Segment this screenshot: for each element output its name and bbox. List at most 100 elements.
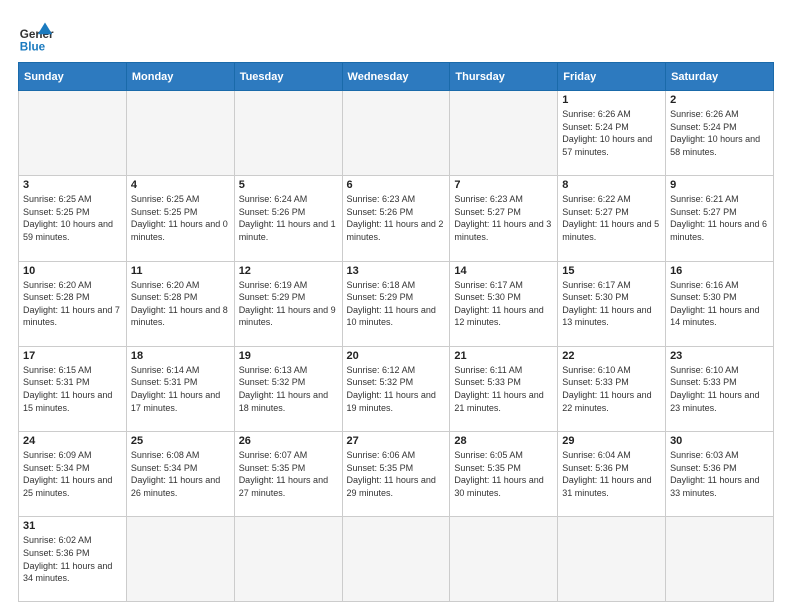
day-info: Sunrise: 6:24 AM Sunset: 5:26 PM Dayligh… [239, 193, 338, 243]
calendar-week-row: 1 Sunrise: 6:26 AM Sunset: 5:24 PM Daylig… [19, 91, 774, 176]
calendar-cell [19, 91, 127, 176]
day-info: Sunrise: 6:25 AM Sunset: 5:25 PM Dayligh… [23, 193, 122, 243]
calendar-cell [234, 91, 342, 176]
calendar-cell [126, 517, 234, 602]
calendar-cell: 14 Sunrise: 6:17 AM Sunset: 5:30 PM Dayli… [450, 261, 558, 346]
calendar-cell: 31Sunrise: 6:02 AM Sunset: 5:36 PM Dayli… [19, 517, 127, 602]
calendar-cell: 24 Sunrise: 6:09 AM Sunset: 5:34 PM Dayli… [19, 432, 127, 517]
calendar-cell: 19Sunrise: 6:13 AM Sunset: 5:32 PM Dayli… [234, 346, 342, 431]
calendar-cell: 30 Sunrise: 6:03 AM Sunset: 5:36 PM Dayli… [666, 432, 774, 517]
calendar-cell: 10 Sunrise: 6:20 AM Sunset: 5:28 PM Dayli… [19, 261, 127, 346]
calendar-cell: 29 Sunrise: 6:04 AM Sunset: 5:36 PM Dayli… [558, 432, 666, 517]
weekday-header-row: SundayMondayTuesdayWednesdayThursdayFrid… [19, 63, 774, 91]
day-number: 13 [347, 265, 446, 277]
day-info: Sunrise: 6:21 AM Sunset: 5:27 PM Dayligh… [670, 193, 769, 243]
weekday-header-monday: Monday [126, 63, 234, 91]
calendar-cell: 16Sunrise: 6:16 AM Sunset: 5:30 PM Dayli… [666, 261, 774, 346]
calendar-cell: 20Sunrise: 6:12 AM Sunset: 5:32 PM Dayli… [342, 346, 450, 431]
calendar-cell: 4 Sunrise: 6:25 AM Sunset: 5:25 PM Daylig… [126, 176, 234, 261]
day-info: Sunrise: 6:09 AM Sunset: 5:34 PM Dayligh… [23, 449, 122, 499]
day-number: 21 [454, 350, 553, 362]
day-info: Sunrise: 6:04 AM Sunset: 5:36 PM Dayligh… [562, 449, 661, 499]
weekday-header-saturday: Saturday [666, 63, 774, 91]
day-number: 5 [239, 179, 338, 191]
day-info: Sunrise: 6:22 AM Sunset: 5:27 PM Dayligh… [562, 193, 661, 243]
day-info: Sunrise: 6:08 AM Sunset: 5:34 PM Dayligh… [131, 449, 230, 499]
calendar-week-row: 3 Sunrise: 6:25 AM Sunset: 5:25 PM Daylig… [19, 176, 774, 261]
calendar-cell: 15 Sunrise: 6:17 AM Sunset: 5:30 PM Dayli… [558, 261, 666, 346]
day-number: 6 [347, 179, 446, 191]
page: General Blue SundayMondayTuesdayWednesda… [0, 0, 792, 612]
day-number: 23 [670, 350, 769, 362]
calendar-cell: 12 Sunrise: 6:19 AM Sunset: 5:29 PM Dayli… [234, 261, 342, 346]
day-number: 27 [347, 435, 446, 447]
day-number: 9 [670, 179, 769, 191]
day-number: 18 [131, 350, 230, 362]
day-info: Sunrise: 6:14 AM Sunset: 5:31 PM Dayligh… [131, 364, 230, 414]
weekday-header-wednesday: Wednesday [342, 63, 450, 91]
calendar-table: SundayMondayTuesdayWednesdayThursdayFrid… [18, 62, 774, 602]
calendar-week-row: 17Sunrise: 6:15 AM Sunset: 5:31 PM Dayli… [19, 346, 774, 431]
day-number: 19 [239, 350, 338, 362]
day-info: Sunrise: 6:20 AM Sunset: 5:28 PM Dayligh… [23, 279, 122, 329]
day-info: Sunrise: 6:10 AM Sunset: 5:33 PM Dayligh… [670, 364, 769, 414]
day-info: Sunrise: 6:23 AM Sunset: 5:26 PM Dayligh… [347, 193, 446, 243]
day-number: 29 [562, 435, 661, 447]
calendar-cell: 23 Sunrise: 6:10 AM Sunset: 5:33 PM Dayli… [666, 346, 774, 431]
calendar-cell [666, 517, 774, 602]
day-number: 2 [670, 94, 769, 106]
calendar-cell: 7 Sunrise: 6:23 AM Sunset: 5:27 PM Daylig… [450, 176, 558, 261]
calendar-cell: 8 Sunrise: 6:22 AM Sunset: 5:27 PM Daylig… [558, 176, 666, 261]
day-number: 10 [23, 265, 122, 277]
day-number: 4 [131, 179, 230, 191]
weekday-header-thursday: Thursday [450, 63, 558, 91]
calendar-cell: 2 Sunrise: 6:26 AM Sunset: 5:24 PM Daylig… [666, 91, 774, 176]
day-info: Sunrise: 6:19 AM Sunset: 5:29 PM Dayligh… [239, 279, 338, 329]
calendar-cell: 26 Sunrise: 6:07 AM Sunset: 5:35 PM Dayli… [234, 432, 342, 517]
day-number: 24 [23, 435, 122, 447]
day-info: Sunrise: 6:26 AM Sunset: 5:24 PM Dayligh… [562, 108, 661, 158]
generalblue-logo-icon: General Blue [18, 18, 54, 54]
day-info: Sunrise: 6:17 AM Sunset: 5:30 PM Dayligh… [454, 279, 553, 329]
calendar-cell: 6 Sunrise: 6:23 AM Sunset: 5:26 PM Daylig… [342, 176, 450, 261]
day-number: 15 [562, 265, 661, 277]
day-info: Sunrise: 6:15 AM Sunset: 5:31 PM Dayligh… [23, 364, 122, 414]
logo: General Blue [18, 18, 54, 54]
calendar-cell [450, 517, 558, 602]
calendar-cell: 22Sunrise: 6:10 AM Sunset: 5:33 PM Dayli… [558, 346, 666, 431]
calendar-cell: 25Sunrise: 6:08 AM Sunset: 5:34 PM Dayli… [126, 432, 234, 517]
svg-text:Blue: Blue [20, 40, 46, 53]
calendar-cell: 21 Sunrise: 6:11 AM Sunset: 5:33 PM Dayli… [450, 346, 558, 431]
day-info: Sunrise: 6:23 AM Sunset: 5:27 PM Dayligh… [454, 193, 553, 243]
calendar-cell: 3 Sunrise: 6:25 AM Sunset: 5:25 PM Daylig… [19, 176, 127, 261]
weekday-header-friday: Friday [558, 63, 666, 91]
day-number: 8 [562, 179, 661, 191]
day-number: 14 [454, 265, 553, 277]
day-number: 26 [239, 435, 338, 447]
calendar-week-row: 31Sunrise: 6:02 AM Sunset: 5:36 PM Dayli… [19, 517, 774, 602]
calendar-cell [342, 91, 450, 176]
day-number: 1 [562, 94, 661, 106]
day-info: Sunrise: 6:06 AM Sunset: 5:35 PM Dayligh… [347, 449, 446, 499]
header: General Blue [18, 18, 774, 54]
day-number: 30 [670, 435, 769, 447]
day-info: Sunrise: 6:05 AM Sunset: 5:35 PM Dayligh… [454, 449, 553, 499]
day-number: 7 [454, 179, 553, 191]
calendar-week-row: 10 Sunrise: 6:20 AM Sunset: 5:28 PM Dayli… [19, 261, 774, 346]
day-info: Sunrise: 6:07 AM Sunset: 5:35 PM Dayligh… [239, 449, 338, 499]
day-info: Sunrise: 6:11 AM Sunset: 5:33 PM Dayligh… [454, 364, 553, 414]
day-info: Sunrise: 6:03 AM Sunset: 5:36 PM Dayligh… [670, 449, 769, 499]
day-info: Sunrise: 6:26 AM Sunset: 5:24 PM Dayligh… [670, 108, 769, 158]
day-info: Sunrise: 6:10 AM Sunset: 5:33 PM Dayligh… [562, 364, 661, 414]
day-info: Sunrise: 6:17 AM Sunset: 5:30 PM Dayligh… [562, 279, 661, 329]
day-info: Sunrise: 6:18 AM Sunset: 5:29 PM Dayligh… [347, 279, 446, 329]
day-number: 31 [23, 520, 122, 532]
day-number: 12 [239, 265, 338, 277]
calendar-cell: 13 Sunrise: 6:18 AM Sunset: 5:29 PM Dayli… [342, 261, 450, 346]
calendar-cell: 11Sunrise: 6:20 AM Sunset: 5:28 PM Dayli… [126, 261, 234, 346]
day-number: 3 [23, 179, 122, 191]
calendar-cell: 18 Sunrise: 6:14 AM Sunset: 5:31 PM Dayli… [126, 346, 234, 431]
day-number: 16 [670, 265, 769, 277]
calendar-cell [342, 517, 450, 602]
day-info: Sunrise: 6:25 AM Sunset: 5:25 PM Dayligh… [131, 193, 230, 243]
